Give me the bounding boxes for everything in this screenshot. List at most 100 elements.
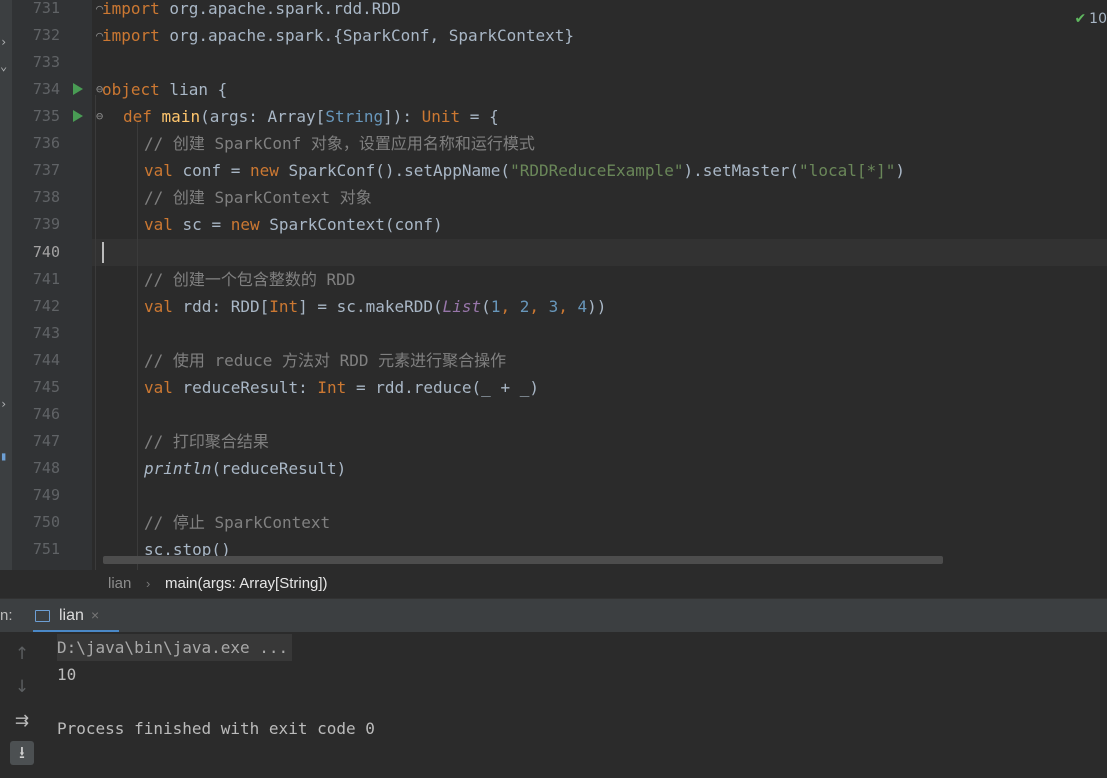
function-name: main	[161, 107, 201, 126]
type-name: Int	[317, 378, 347, 397]
code-line-739: val sc = new SparkContext(conf)	[144, 211, 443, 238]
line-number: 750	[32, 513, 60, 531]
code-text: ))	[587, 297, 607, 316]
text-caret	[102, 242, 104, 263]
code-text: = {	[460, 107, 499, 126]
run-panel-header: n: lian ×	[0, 598, 1107, 633]
line-number: 731	[32, 0, 60, 17]
code-line-737: val conf = new SparkConf().setAppName("R…	[144, 157, 905, 184]
keyword: val	[144, 297, 173, 316]
line-number: 735	[32, 107, 60, 125]
collapse-chevron-icon[interactable]: ⌄	[0, 60, 7, 72]
code-comment-738: // 创建 SparkContext 对象	[144, 188, 372, 207]
code-line-731: import org.apache.spark.rdd.RDD	[102, 0, 401, 22]
code-editor[interactable]: import org.apache.spark.rdd.RDD import o…	[92, 0, 1107, 570]
code-line-745: val reduceResult: Int = rdd.reduce(_ + _…	[144, 374, 539, 401]
code-line-735: def main(args: Array[String]): Unit = {	[123, 103, 499, 130]
arrow-down-icon[interactable]: ↓	[10, 675, 34, 699]
tab-run-lian[interactable]: lian ×	[33, 599, 119, 633]
run-gutter-icon[interactable]	[73, 83, 83, 95]
code-comment-744: // 使用 reduce 方法对 RDD 元素进行聚合操作	[144, 351, 507, 370]
code-text: (reduceResult)	[211, 459, 347, 478]
console-output[interactable]: D:\java\bin\java.exe ... 10 Process fini…	[46, 632, 1107, 778]
code-line-742: val rdd: RDD[Int] = sc.makeRDD(List(1, 2…	[144, 293, 606, 320]
code-text: SparkConf().setAppName(	[278, 161, 511, 180]
string-literal: "local[*]"	[799, 161, 896, 180]
line-number: 733	[32, 53, 60, 71]
console-icon	[35, 610, 50, 622]
check-icon: ✔	[1074, 11, 1087, 27]
expand-chevron-icon[interactable]: ›	[0, 398, 7, 410]
inspection-count: 10	[1089, 11, 1107, 27]
horizontal-scrollbar[interactable]	[103, 556, 943, 564]
line-number: 741	[32, 270, 60, 288]
string-literal: "RDDReduceExample"	[510, 161, 684, 180]
keyword: object	[102, 80, 160, 99]
function-call: println	[144, 459, 212, 478]
current-line-highlight	[92, 239, 1107, 266]
console-command-line[interactable]: D:\java\bin\java.exe ...	[57, 634, 293, 661]
run-gutter-icon[interactable]	[73, 110, 83, 122]
type-name: Int	[269, 297, 299, 316]
code-text: (	[481, 297, 491, 316]
code-comment-736: // 创建 SparkConf 对象，设置应用名称和运行模式	[144, 134, 535, 153]
code-text: sc =	[172, 215, 231, 234]
keyword: val	[144, 161, 173, 180]
number-literal: 4	[577, 297, 588, 316]
line-number: 734	[32, 80, 60, 98]
line-number: 747	[32, 432, 60, 450]
line-number: 742	[32, 297, 60, 315]
line-number: 748	[32, 459, 60, 477]
code-text: lian {	[159, 80, 228, 99]
arrow-up-icon[interactable]: ↑	[10, 642, 34, 666]
breadcrumb-separator: ›	[146, 576, 151, 591]
line-number: 751	[32, 540, 60, 558]
keyword: new	[249, 161, 279, 180]
code-comment-750: // 停止 SparkContext	[144, 513, 331, 532]
indent-guide	[95, 95, 96, 570]
structure-icon[interactable]: ▮	[0, 450, 7, 462]
line-number: 745	[32, 378, 60, 396]
run-panel-label: n:	[0, 607, 13, 624]
code-text: reduceResult:	[172, 378, 318, 397]
line-number: 732	[32, 26, 60, 44]
line-number: 746	[32, 405, 60, 423]
scroll-to-end-icon[interactable]: ⭳	[10, 741, 34, 765]
keyword: import	[102, 0, 160, 18]
line-number: 749	[32, 486, 60, 504]
close-icon[interactable]: ×	[91, 607, 99, 623]
code-text: rdd: RDD[	[172, 297, 270, 316]
code-line-734: object lian {	[102, 76, 227, 103]
list-constructor: List	[442, 297, 482, 316]
keyword: val	[144, 215, 173, 234]
code-line-732: import org.apache.spark.{SparkConf, Spar…	[102, 22, 574, 49]
code-text: = rdd.reduce(_ + _)	[346, 378, 539, 397]
editor-gutter[interactable]: 731 732 733 734 735 736 737 738 739 740 …	[12, 0, 103, 570]
comma: ,	[529, 297, 549, 316]
code-text: ] = sc.makeRDD(	[298, 297, 443, 316]
number-literal: 2	[519, 297, 530, 316]
keyword: val	[144, 378, 173, 397]
expand-chevron-icon[interactable]: ›	[0, 36, 7, 48]
console-toolbar: ↑ ↓ ⇉ ⭳	[0, 632, 46, 778]
comma: ,	[558, 297, 578, 316]
breadcrumb-item-object[interactable]: lian	[108, 570, 131, 598]
type-name: String	[325, 107, 384, 126]
console-exit-line: Process finished with exit code 0	[57, 719, 375, 738]
soft-wrap-icon[interactable]: ⇉	[10, 709, 34, 733]
code-line-748: println(reduceResult)	[144, 455, 346, 482]
keyword: def	[123, 107, 152, 126]
number-literal: 1	[490, 297, 501, 316]
line-number: 736	[32, 134, 60, 152]
code-text: org.apache.spark.rdd.RDD	[159, 0, 401, 18]
breadcrumb-item-method[interactable]: main(args: Array[String])	[165, 570, 328, 598]
line-number: 739	[32, 215, 60, 233]
code-text: )	[895, 161, 906, 180]
breadcrumb: lian › main(args: Array[String])	[0, 570, 1107, 598]
inspection-widget[interactable]: ✔ 10	[1074, 11, 1107, 27]
line-number: 738	[32, 188, 60, 206]
console-output-line: 10	[57, 665, 77, 684]
comma: ,	[500, 297, 520, 316]
type-name: Unit	[421, 107, 461, 126]
left-tool-strip: › ⌄ › ▮	[0, 0, 12, 598]
